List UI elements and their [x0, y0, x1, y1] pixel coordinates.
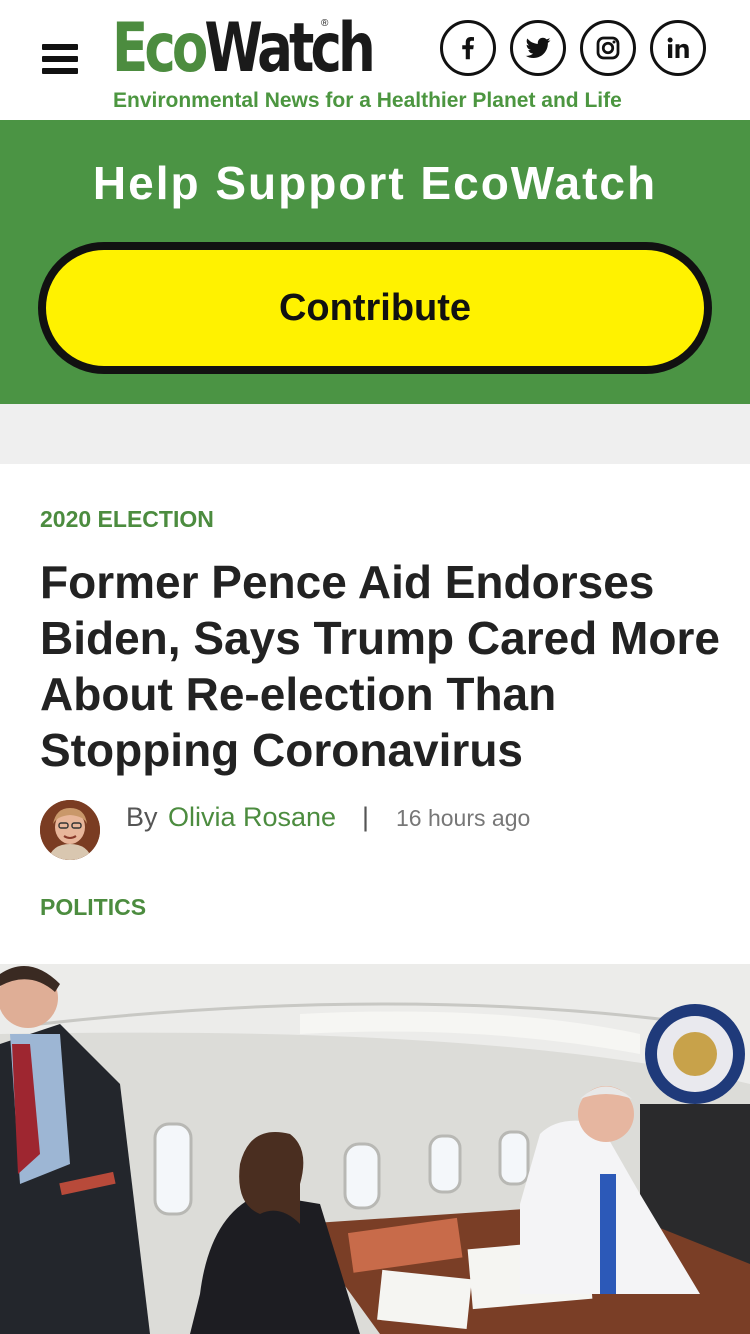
byline-separator: |	[362, 802, 370, 832]
site-header: EcoWatch ® Environmental News for a Heal…	[0, 0, 750, 120]
site-tagline: Environmental News for a Healthier Plane…	[113, 89, 622, 112]
hamburger-menu-icon[interactable]	[42, 44, 78, 76]
tag-link[interactable]: POLITICS	[40, 894, 146, 921]
linkedin-icon[interactable]	[650, 20, 706, 76]
support-title: Help Support EcoWatch	[92, 157, 658, 209]
facebook-icon[interactable]	[440, 20, 496, 76]
by-label: By	[126, 802, 158, 832]
category-link[interactable]: 2020 ELECTION	[40, 506, 214, 533]
support-banner: Help Support EcoWatch Contribute	[0, 120, 750, 404]
instagram-icon[interactable]	[580, 20, 636, 76]
logo-watch-text: Watch	[204, 9, 375, 88]
article-hero-image	[0, 964, 750, 1334]
author-avatar[interactable]	[40, 800, 100, 860]
author-link[interactable]: Olivia Rosane	[168, 802, 336, 833]
byline: By Olivia Rosane | 16 hours ago	[40, 800, 720, 860]
contribute-button[interactable]: Contribute	[38, 242, 712, 374]
publish-time: 16 hours ago	[396, 805, 531, 831]
logo-registered-mark: ®	[321, 18, 329, 29]
logo-eco-text: Eco	[112, 9, 208, 88]
twitter-icon[interactable]	[510, 20, 566, 76]
article-headline: Former Pence Aid Endorses Biden, Says Tr…	[40, 556, 720, 776]
ecowatch-logo[interactable]: EcoWatch ®	[112, 10, 445, 88]
section-divider	[0, 404, 750, 464]
